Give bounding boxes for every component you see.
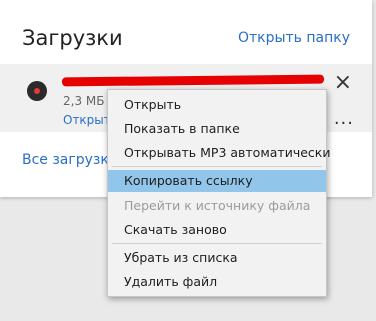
menu-item-copy-link[interactable]: Копировать ссылку bbox=[108, 170, 326, 192]
file-size: 2,3 МБ bbox=[63, 94, 105, 108]
menu-separator bbox=[112, 166, 322, 167]
menu-item-download-again[interactable]: Скачать заново bbox=[108, 219, 326, 241]
all-downloads-link[interactable]: Все загрузки bbox=[22, 152, 118, 168]
open-file-link[interactable]: Открыт bbox=[63, 113, 111, 127]
music-file-icon bbox=[27, 81, 47, 101]
menu-separator bbox=[112, 243, 322, 244]
panel-title: Загрузки bbox=[22, 26, 123, 50]
menu-item-remove-from-list[interactable]: Убрать из списка bbox=[108, 247, 326, 269]
open-folder-link[interactable]: Открыть папку bbox=[238, 30, 350, 46]
menu-item-open[interactable]: Открыть bbox=[108, 94, 326, 116]
more-options-icon[interactable]: ··· bbox=[334, 113, 354, 134]
close-icon[interactable]: × bbox=[334, 70, 352, 95]
menu-item-delete-file[interactable]: Удалить файл bbox=[108, 271, 326, 293]
menu-item-go-to-source: Перейти к источнику файла bbox=[124, 198, 311, 213]
menu-item-show-in-folder[interactable]: Показать в папке bbox=[108, 118, 326, 140]
context-menu: Открыть Показать в папке Открывать MP3 а… bbox=[107, 89, 330, 297]
menu-item-auto-open-mp3[interactable]: Открывать MP3 автоматически bbox=[108, 142, 330, 164]
